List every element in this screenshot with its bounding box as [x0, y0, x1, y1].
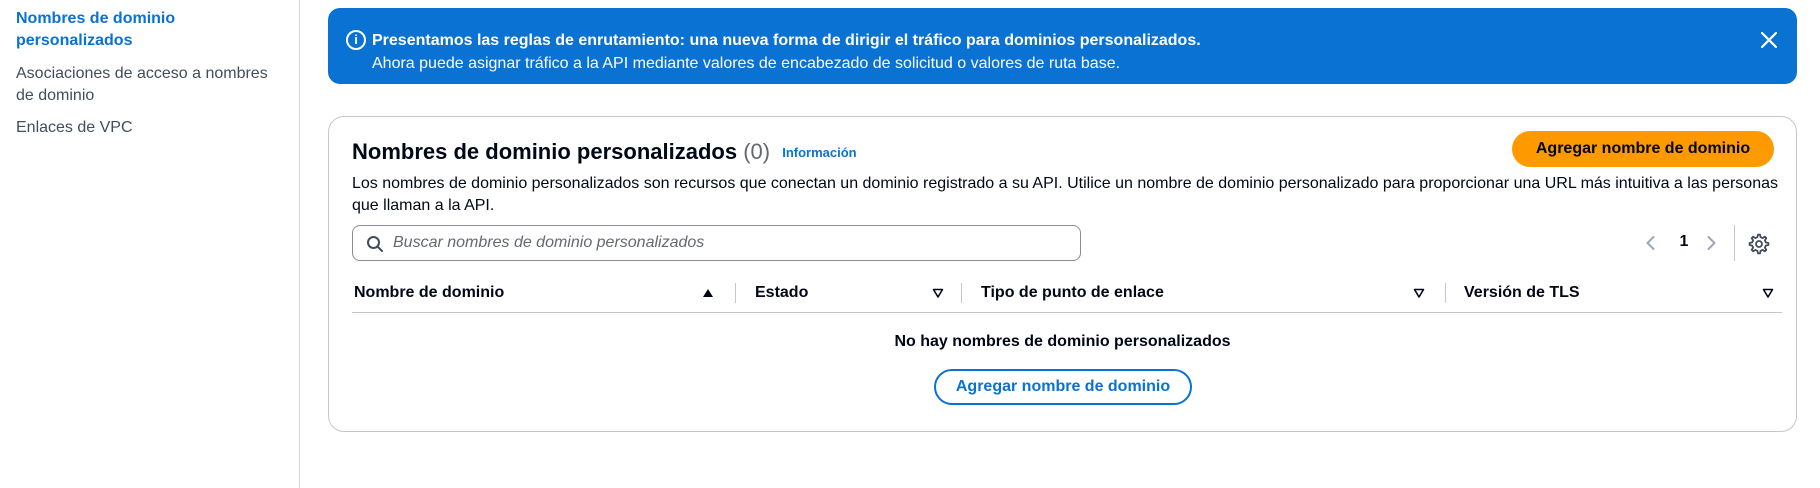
search-input[interactable]	[393, 227, 1073, 259]
pagination-divider	[1734, 225, 1735, 261]
sort-icon	[932, 288, 944, 298]
search-icon	[367, 236, 383, 252]
column-label: Versión de TLS	[1464, 284, 1580, 301]
column-label: Nombre de dominio	[354, 284, 505, 301]
info-link[interactable]: Información	[782, 145, 856, 160]
column-divider	[735, 283, 736, 303]
app-layout: Nombres de dominio personalizados Asocia…	[0, 0, 1820, 488]
table-preferences-button[interactable]	[1748, 233, 1770, 255]
sort-icon	[1762, 288, 1774, 298]
column-header-domain-name[interactable]: Nombre de dominio	[352, 273, 737, 313]
table-header-row: Nombre de dominio Estado Tipo de punto d…	[352, 273, 1782, 313]
table-description: Los nombres de dominio personalizados so…	[352, 175, 1778, 214]
next-page-button[interactable]	[1702, 234, 1720, 252]
info-flash-banner: i Presentamos las reglas de enrutamiento…	[328, 8, 1797, 84]
column-divider	[1445, 283, 1446, 303]
column-header-endpoint-type[interactable]: Tipo de punto de enlace	[964, 273, 1448, 313]
current-page-number[interactable]: 1	[1672, 233, 1696, 251]
main-content: i Presentamos las reglas de enrutamiento…	[300, 0, 1820, 488]
column-header-tls-version[interactable]: Versión de TLS	[1448, 273, 1782, 313]
sort-icon	[1413, 288, 1425, 298]
chevron-right-icon	[1707, 236, 1716, 250]
sidebar-item-custom-domain-names[interactable]: Nombres de dominio personalizados	[16, 8, 276, 52]
pagination: 1	[1642, 225, 1782, 261]
column-header-status[interactable]: Estado	[738, 273, 964, 313]
custom-domain-names-table-container: Nombres de dominio personalizados (0) In…	[328, 116, 1797, 432]
info-icon: i	[346, 30, 366, 50]
flash-dismiss-button[interactable]	[1757, 28, 1781, 52]
previous-page-button[interactable]	[1642, 234, 1660, 252]
sort-ascending-icon	[703, 289, 713, 297]
sidebar-item-domain-name-access-associations[interactable]: Asociaciones de acceso a nombres de domi…	[16, 63, 276, 107]
item-count: (0)	[743, 139, 771, 164]
empty-state-add-domain-name-button[interactable]: Agregar nombre de dominio	[934, 369, 1192, 405]
flash-title: Presentamos las reglas de enrutamiento: …	[372, 32, 1201, 49]
column-divider	[961, 283, 962, 303]
page-title: Nombres de dominio personalizados (0) In…	[352, 137, 857, 168]
column-label: Tipo de punto de enlace	[981, 284, 1164, 301]
empty-state-title: No hay nombres de dominio personalizados	[894, 333, 1231, 350]
table-title: Nombres de dominio personalizados	[352, 139, 738, 164]
add-domain-name-button[interactable]: Agregar nombre de dominio	[1512, 131, 1774, 167]
chevron-left-icon	[1646, 236, 1655, 250]
flash-message: Ahora puede asignar tráfico a la API med…	[372, 55, 1121, 72]
gear-icon	[1748, 233, 1770, 255]
close-icon	[1760, 31, 1778, 49]
search-field[interactable]	[352, 225, 1081, 261]
column-label: Estado	[755, 284, 809, 301]
sidebar-item-vpc-links[interactable]: Enlaces de VPC	[16, 117, 276, 139]
side-navigation: Nombres de dominio personalizados Asocia…	[0, 0, 300, 488]
